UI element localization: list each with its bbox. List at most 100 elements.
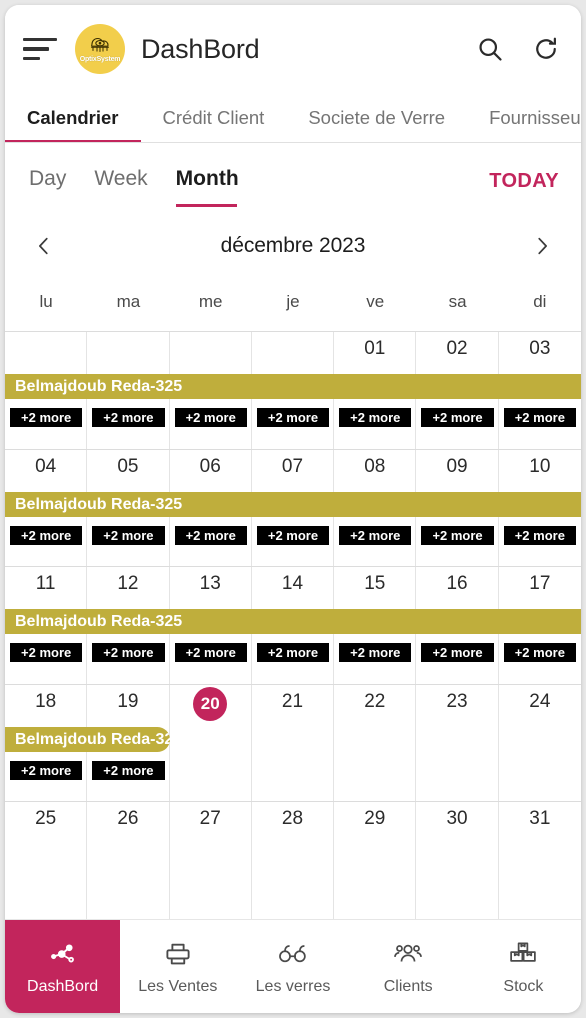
chevron-left-icon[interactable] [27,229,61,263]
more-events-chip[interactable]: +2 more [339,525,412,545]
more-events-chip[interactable]: +2 more [10,643,83,663]
day-number: 26 [117,808,139,830]
more-events-chip[interactable]: +2 more [256,408,330,427]
calendar-day-cell[interactable]: 27 [170,802,252,919]
more-events-placeholder [504,761,576,780]
calendar-event-bar[interactable]: Belmajdoub Reda-325 [5,726,170,752]
more-events-chip[interactable]: +2 more [503,643,576,663]
more-events-chip[interactable]: +2 more [174,525,247,545]
more-events-chip[interactable]: +2 more [256,525,330,545]
more-events-chip[interactable]: +2 more [421,525,494,545]
nav-item-les-ventes[interactable]: Les Ventes [120,920,235,1013]
more-events-row: +2 more +2 more +2 more +2 more +2 more +2 mo… [5,525,581,545]
hamburger-menu-icon[interactable] [17,29,61,69]
header-actions [473,32,563,66]
today-button[interactable]: TODAY [489,170,559,193]
dow-ma: ma [116,292,141,311]
nav-label-dashbord: DashBord [27,978,99,995]
day-number: 06 [199,455,221,477]
calendar-day-cell[interactable]: 25 [5,802,88,919]
calendar-week-row: 01 02 03 Belmajdoub Reda-325 +2 more +2 more +… [5,332,581,450]
day-number: 18 [35,690,57,712]
dow-je: je [286,292,300,311]
search-icon[interactable] [473,32,507,66]
tab-societe-de-verre[interactable]: Societe de Verre [286,107,467,142]
more-events-chip[interactable]: +2 more [256,643,330,663]
day-number: 10 [529,455,551,477]
app-header: OptixSystem DashBord [5,5,581,93]
calendar-day-cell[interactable]: 30 [416,802,499,919]
nav-item-clients[interactable]: Clients [351,920,466,1013]
calendar-week-row: 04 05 06 07 08 09 10 Belmajdoub Reda-325 +2 more… [5,449,581,568]
more-events-chip[interactable]: +2 more [174,643,247,663]
calendar-event-bar[interactable]: Belmajdoub Reda-325 [5,609,581,635]
dow-me: me [198,292,223,311]
calendar-week-row: 25 26 27 28 29 30 31 [5,802,581,919]
day-number: 07 [281,455,304,477]
boxes-icon [508,937,538,971]
tab-fournisseur[interactable]: Fournisseu [467,107,581,142]
more-events-chip[interactable]: +2 more [339,408,412,427]
nav-item-dashbord[interactable]: DashBord [5,920,121,1013]
more-events-chip[interactable]: +2 more [92,408,165,427]
day-number: 21 [281,690,304,712]
chevron-right-icon[interactable] [525,229,559,263]
more-events-chip[interactable]: +2 more [339,643,412,663]
tab-bar: Calendrier Crédit Client Societe de Verr… [5,93,581,143]
tab-calendrier[interactable]: Calendrier [5,107,141,142]
dow-di: di [533,292,547,311]
calendar-day-cell[interactable]: 24 [499,685,581,802]
dow-ve: ve [366,292,385,311]
calendar-day-cell[interactable]: 26 [87,802,170,919]
more-events-chip[interactable]: +2 more [92,760,165,780]
day-number: 17 [529,573,551,595]
more-events-chip[interactable]: +2 more [421,408,494,427]
more-events-row: +2 more +2 more +2 more +2 more +2 more +2 mo… [5,643,581,663]
app-window: OptixSystem DashBord Calendrier Crédit C… [5,5,581,1013]
calendar-day-cell[interactable]: 22 [334,684,417,802]
calendar-day-cell[interactable]: 20 [170,684,252,802]
nav-item-stock[interactable]: Stock [466,920,581,1013]
more-events-placeholder [175,761,247,780]
calendar-day-cell[interactable]: 28 [252,802,335,919]
day-number: 01 [364,338,386,359]
eye-cloud-icon [91,37,109,52]
view-selector: Day Week Month TODAY [5,143,581,219]
view-option-month[interactable]: Month [175,167,239,207]
dow-sa: sa [448,292,467,311]
calendar-day-cell[interactable]: 23 [416,684,499,802]
calendar-day-cell[interactable]: 31 [499,802,581,919]
tab-credit-client[interactable]: Crédit Client [141,107,287,142]
nav-label-stock: Stock [503,978,544,995]
day-number: 09 [446,455,468,477]
dow-lu: lu [39,292,53,311]
day-number: 29 [364,808,386,830]
day-number: 05 [117,455,139,477]
more-events-chip[interactable]: +2 more [10,408,83,427]
day-number: 03 [529,338,551,359]
more-events-chip[interactable]: +2 more [174,408,247,427]
refresh-icon[interactable] [529,32,563,66]
nav-item-les-verres[interactable]: Les verres [235,920,350,1013]
more-events-chip[interactable]: +2 more [92,525,165,545]
more-events-chip[interactable]: +2 more [421,643,494,663]
more-events-chip[interactable]: +2 more [503,525,576,545]
calendar-event-bar[interactable]: Belmajdoub Reda-325 [5,374,581,399]
more-events-chip[interactable]: +2 more [503,408,576,427]
day-number: 16 [446,573,468,595]
calendar-day-cell[interactable]: 29 [334,802,417,919]
calendar-day-cell[interactable]: 21 [252,684,335,802]
day-number: 27 [199,808,221,830]
nav-label-clients: Clients [383,978,433,995]
month-label: décembre 2023 [220,234,366,257]
view-option-day[interactable]: Day [29,167,66,195]
day-number: 24 [529,690,551,712]
day-of-week-header: lu ma me je ve sa di [5,273,581,331]
view-option-week[interactable]: Week [94,167,147,195]
more-events-chip[interactable]: +2 more [92,643,165,663]
more-events-chip[interactable]: +2 more [10,760,83,780]
more-events-placeholder [421,761,493,780]
more-events-chip[interactable]: +2 more [10,525,83,545]
day-number: 02 [446,338,468,359]
calendar-event-bar[interactable]: Belmajdoub Reda-325 [5,491,581,517]
